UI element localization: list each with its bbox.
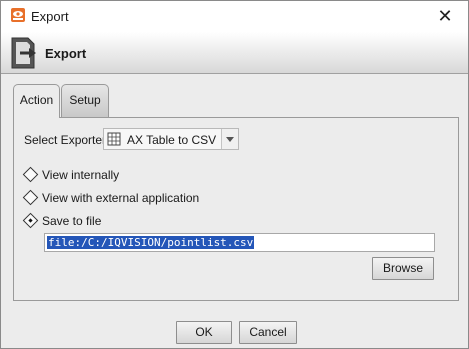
file-path-value: file:/C:/IQVISION/pointlist.csv [47, 236, 255, 249]
cancel-button[interactable]: Cancel [239, 321, 297, 344]
file-path-input[interactable]: file:/C:/IQVISION/pointlist.csv [44, 233, 435, 252]
chevron-down-icon[interactable] [221, 129, 238, 149]
exporter-value: AX Table to CSV [127, 133, 217, 147]
radio-label: Save to file [42, 214, 102, 228]
action-panel: Select Exporter AX Table to CSV View int… [13, 117, 459, 301]
export-document-icon [11, 37, 36, 69]
title-bar[interactable]: Export ✕ [1, 1, 468, 32]
window-title: Export [31, 9, 69, 24]
header-title: Export [45, 46, 87, 61]
select-exporter-label: Select Exporter [24, 133, 107, 147]
close-icon[interactable]: ✕ [422, 1, 468, 32]
radio-label: View with external application [42, 191, 200, 205]
app-icon [11, 8, 25, 22]
radio-button[interactable] [22, 189, 39, 206]
exporter-select[interactable]: AX Table to CSV [103, 128, 239, 150]
tab-action[interactable]: Action [13, 84, 60, 118]
ok-button[interactable]: OK [176, 321, 232, 344]
table-csv-icon [107, 132, 121, 146]
export-dialog: Export ✕ Export Action Setup Select Expo… [0, 0, 469, 349]
browse-button[interactable]: Browse [372, 257, 434, 280]
radio-button[interactable] [22, 166, 39, 183]
dialog-header: Export [1, 32, 468, 74]
radio-label: View internally [42, 168, 120, 182]
tab-setup[interactable]: Setup [61, 84, 109, 117]
radio-button[interactable] [22, 212, 39, 229]
